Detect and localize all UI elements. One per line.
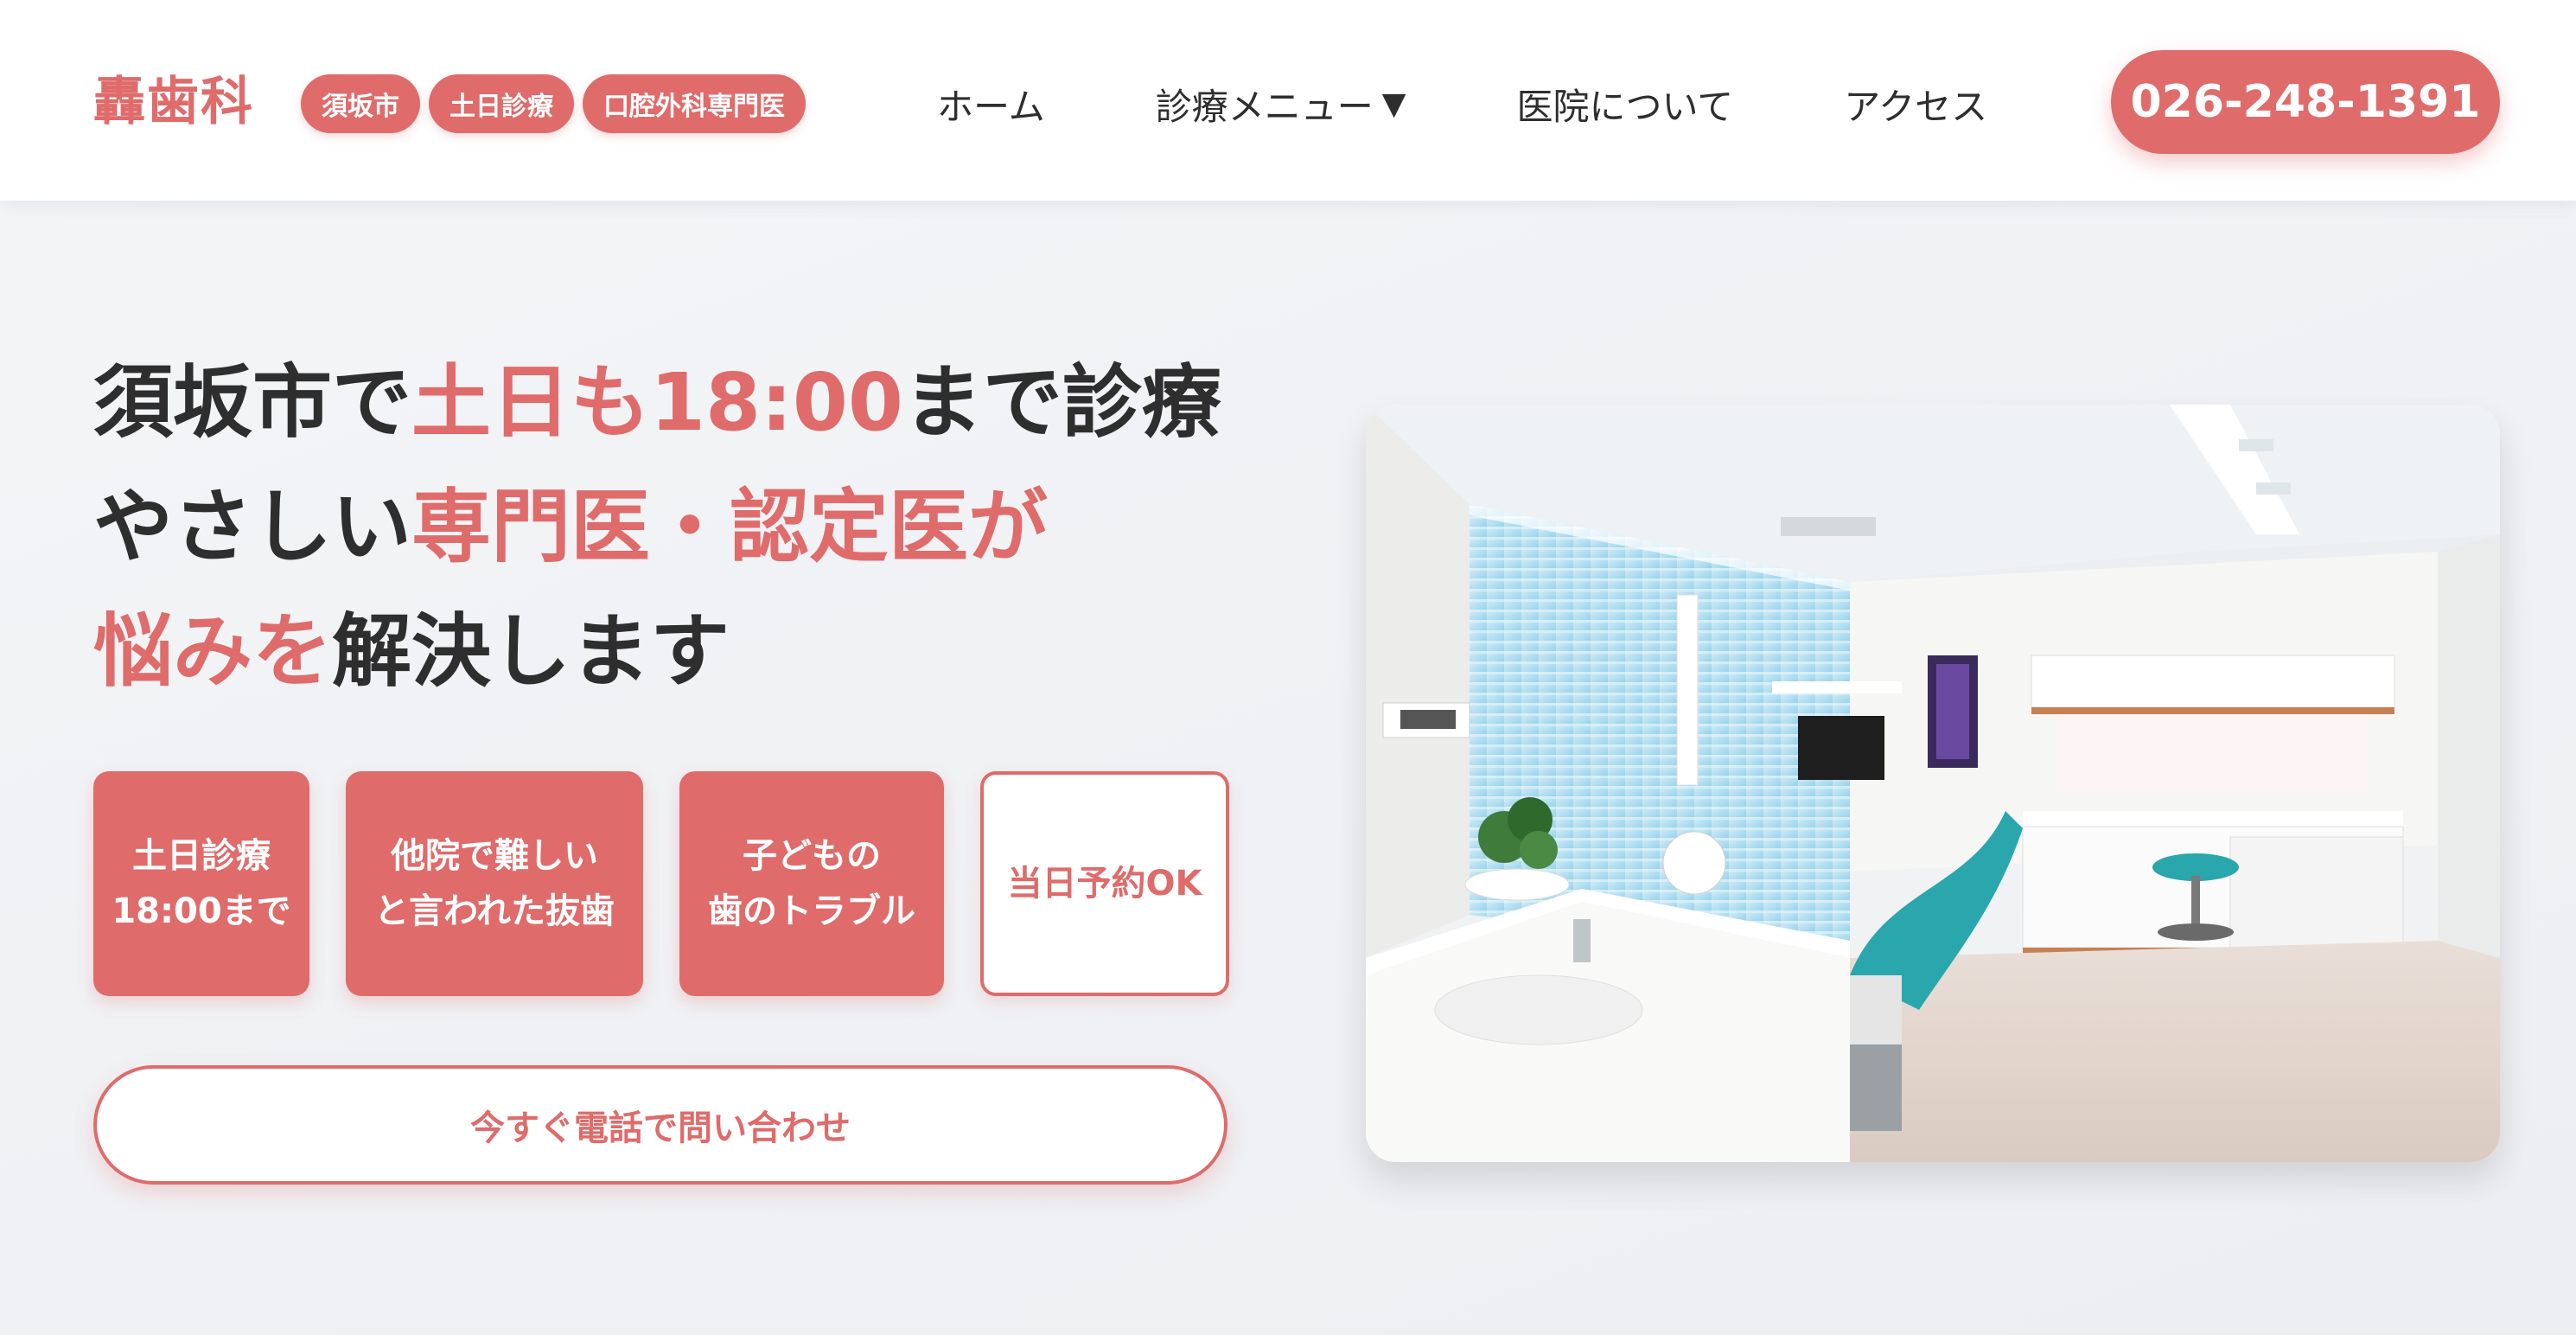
- feature-kids: 子どもの 歯のトラブル: [679, 771, 944, 996]
- feature-weekend: 土日診療 18:00まで: [93, 771, 309, 996]
- nav-about-label: 医院について: [1516, 85, 1734, 128]
- nav-access-label: アクセス: [1844, 85, 1988, 128]
- call-now-button[interactable]: 今すぐ電話で問い合わせ: [93, 1065, 1227, 1185]
- headline-text: 須坂市で: [93, 356, 412, 449]
- feature-same-day: 当日予約OK: [980, 771, 1229, 996]
- headline-line-3: 悩みを解決します: [93, 590, 1221, 714]
- main-nav: ホーム 診療メニュー ▼ 医院について アクセス: [937, 69, 1987, 138]
- headline-highlight: 土日も18:00: [411, 356, 903, 449]
- headline-text: 解決します: [332, 605, 730, 698]
- nav-about[interactable]: 医院について: [1516, 78, 1733, 131]
- dental-clinic-room-photo: [1366, 405, 2500, 1162]
- feature-line: 他院で難しい: [391, 836, 598, 876]
- headline-highlight: 専門医・認定医が: [411, 481, 1049, 573]
- clinic-logo[interactable]: 轟歯科: [93, 67, 254, 137]
- headline-line-1: 須坂市で土日も18:00まで診療: [93, 341, 1221, 465]
- nav-home-label: ホーム: [937, 85, 1045, 128]
- hero-headline: 須坂市で土日も18:00まで診療 やさしい専門医・認定医が 悩みを解決します: [93, 341, 1221, 714]
- feature-line: 18:00まで: [112, 891, 291, 931]
- feature-line: と言われた抜歯: [374, 891, 615, 931]
- feature-line: 歯のトラブル: [708, 891, 915, 931]
- caret-down-icon: ▼: [1381, 86, 1406, 122]
- headline-text: やさしい: [93, 481, 412, 573]
- tag-suzaka: 須坂市: [301, 74, 420, 133]
- feature-line: 子どもの: [743, 836, 881, 876]
- feature-line: 当日予約OK: [1007, 864, 1202, 904]
- feature-cards: 土日診療 18:00まで 他院で難しい と言われた抜歯 子どもの 歯のトラブル …: [93, 771, 1229, 996]
- phone-button[interactable]: 026-248-1391: [2111, 50, 2500, 154]
- nav-menu-label: 診療メニュー: [1155, 85, 1374, 128]
- feature-extraction: 他院で難しい と言われた抜歯: [346, 771, 643, 996]
- site-header: 轟歯科 須坂市 土日診療 口腔外科専門医 ホーム 診療メニュー ▼ 医院について…: [0, 0, 2576, 201]
- feature-line: 土日診療: [132, 836, 271, 876]
- nav-menu[interactable]: 診療メニュー ▼: [1156, 78, 1406, 131]
- headline-text: まで診療: [902, 356, 1221, 449]
- nav-access[interactable]: アクセス: [1844, 78, 1987, 131]
- headline-highlight: 悩みを: [93, 605, 333, 698]
- tag-oral-surgery: 口腔外科専門医: [583, 74, 806, 133]
- tag-list: 須坂市 土日診療 口腔外科専門医: [301, 74, 806, 133]
- headline-line-2: やさしい専門医・認定医が: [93, 465, 1221, 590]
- clinic-photo: [1366, 405, 2500, 1162]
- nav-home[interactable]: ホーム: [937, 78, 1045, 131]
- tag-weekend: 土日診療: [429, 74, 574, 133]
